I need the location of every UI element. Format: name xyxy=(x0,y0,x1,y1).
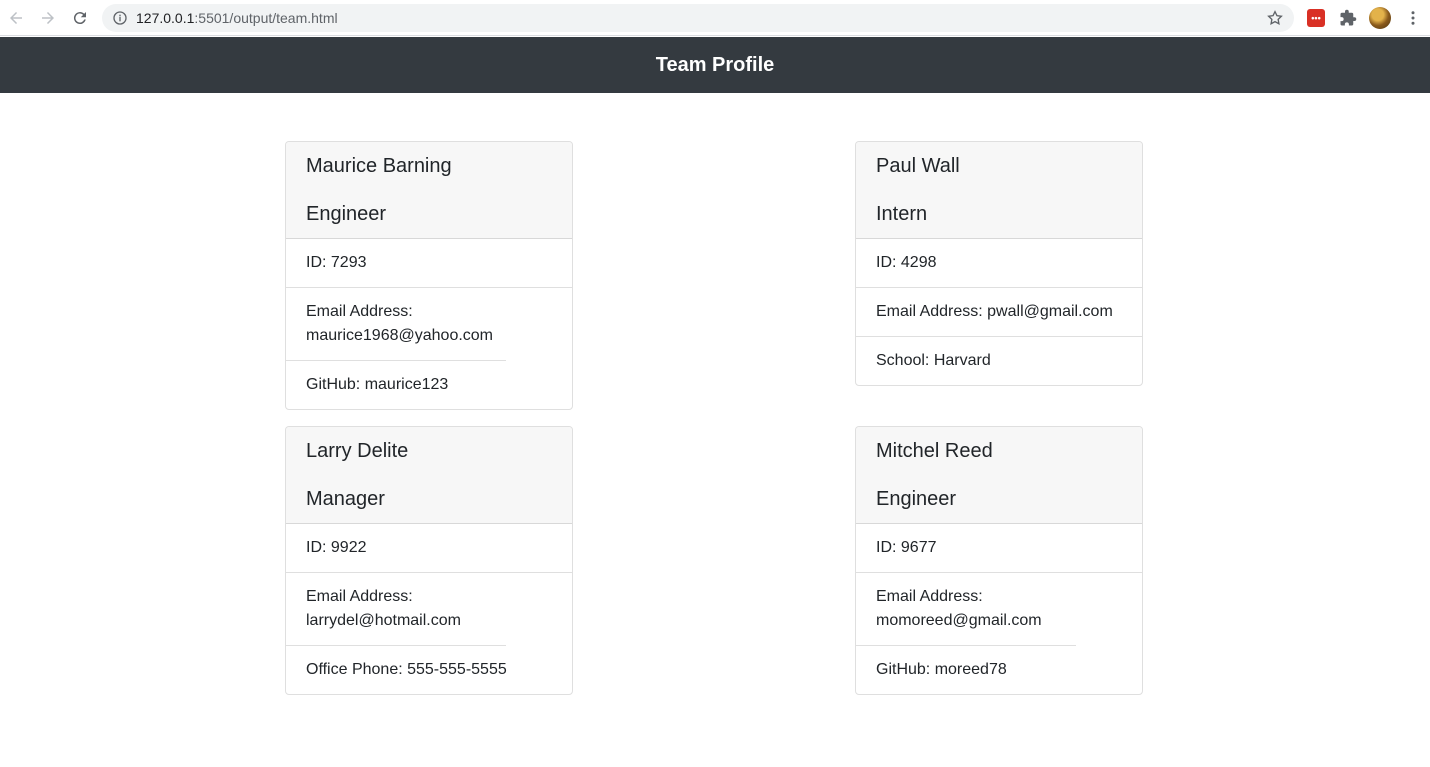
url-host: 127.0.0.1 xyxy=(136,10,195,26)
employee-name: Larry Delite xyxy=(306,440,409,462)
employee-role: Engineer xyxy=(306,203,387,225)
card-header: Mitchel Reed Engineer xyxy=(856,427,1142,524)
navbar-title: Team Profile xyxy=(655,53,775,76)
card-header: Larry Delite Manager xyxy=(286,427,572,524)
employee-id: ID: 4298 xyxy=(856,239,1142,288)
top-navbar: Team Profile xyxy=(0,37,1430,93)
employee-id: ID: 9677 xyxy=(856,524,1142,573)
employee-office-phone: Office Phone: 555-555-5555 xyxy=(306,661,507,678)
info-icon[interactable] xyxy=(112,10,128,26)
profile-avatar[interactable] xyxy=(1369,7,1391,29)
employee-email: Email Address: maurice1968@yahoo.com xyxy=(286,288,506,361)
url-path: :5501/output/team.html xyxy=(194,10,338,26)
extension-password-icon[interactable]: ••• xyxy=(1307,9,1325,27)
employee-name: Paul Wall xyxy=(876,155,960,177)
url-text[interactable]: 127.0.0.1:5501/output/team.html xyxy=(136,10,338,26)
employee-github: GitHub: maurice123 xyxy=(306,376,449,393)
employee-name: Mitchel Reed xyxy=(876,440,993,462)
back-arrow-icon[interactable] xyxy=(4,6,28,30)
extensions-puzzle-icon[interactable] xyxy=(1339,9,1357,27)
address-bar[interactable]: 127.0.0.1:5501/output/team.html xyxy=(102,4,1294,32)
employee-email: Email Address: larrydel@hotmail.com xyxy=(286,573,506,646)
card-header: Maurice Barning Engineer xyxy=(286,142,572,239)
employee-school: School: Harvard xyxy=(876,352,991,369)
employee-name: Maurice Barning xyxy=(306,155,452,177)
employee-github: GitHub: moreed78 xyxy=(876,661,1007,678)
employee-card: Paul Wall Intern ID: 4298 Email Address:… xyxy=(855,141,1143,386)
browser-toolbar: 127.0.0.1:5501/output/team.html ••• xyxy=(0,0,1430,36)
employee-id: ID: 7293 xyxy=(286,239,572,288)
reload-icon[interactable] xyxy=(68,6,92,30)
employee-card: Larry Delite Manager ID: 9922 Email Addr… xyxy=(285,426,573,695)
menu-kebab-icon[interactable] xyxy=(1404,8,1422,28)
bookmark-star-icon[interactable] xyxy=(1266,9,1284,27)
card-header: Paul Wall Intern xyxy=(856,142,1142,239)
employee-email: Email Address: pwall@gmail.com xyxy=(856,288,1142,337)
employee-role: Manager xyxy=(306,488,385,510)
employee-role: Intern xyxy=(876,203,928,225)
employee-card: Maurice Barning Engineer ID: 7293 Email … xyxy=(285,141,573,410)
employee-email: Email Address: momoreed@gmail.com xyxy=(856,573,1076,646)
employee-role: Engineer xyxy=(876,488,957,510)
forward-arrow-icon[interactable] xyxy=(36,6,60,30)
employee-id: ID: 9922 xyxy=(286,524,572,573)
employee-card: Mitchel Reed Engineer ID: 9677 Email Add… xyxy=(855,426,1143,695)
